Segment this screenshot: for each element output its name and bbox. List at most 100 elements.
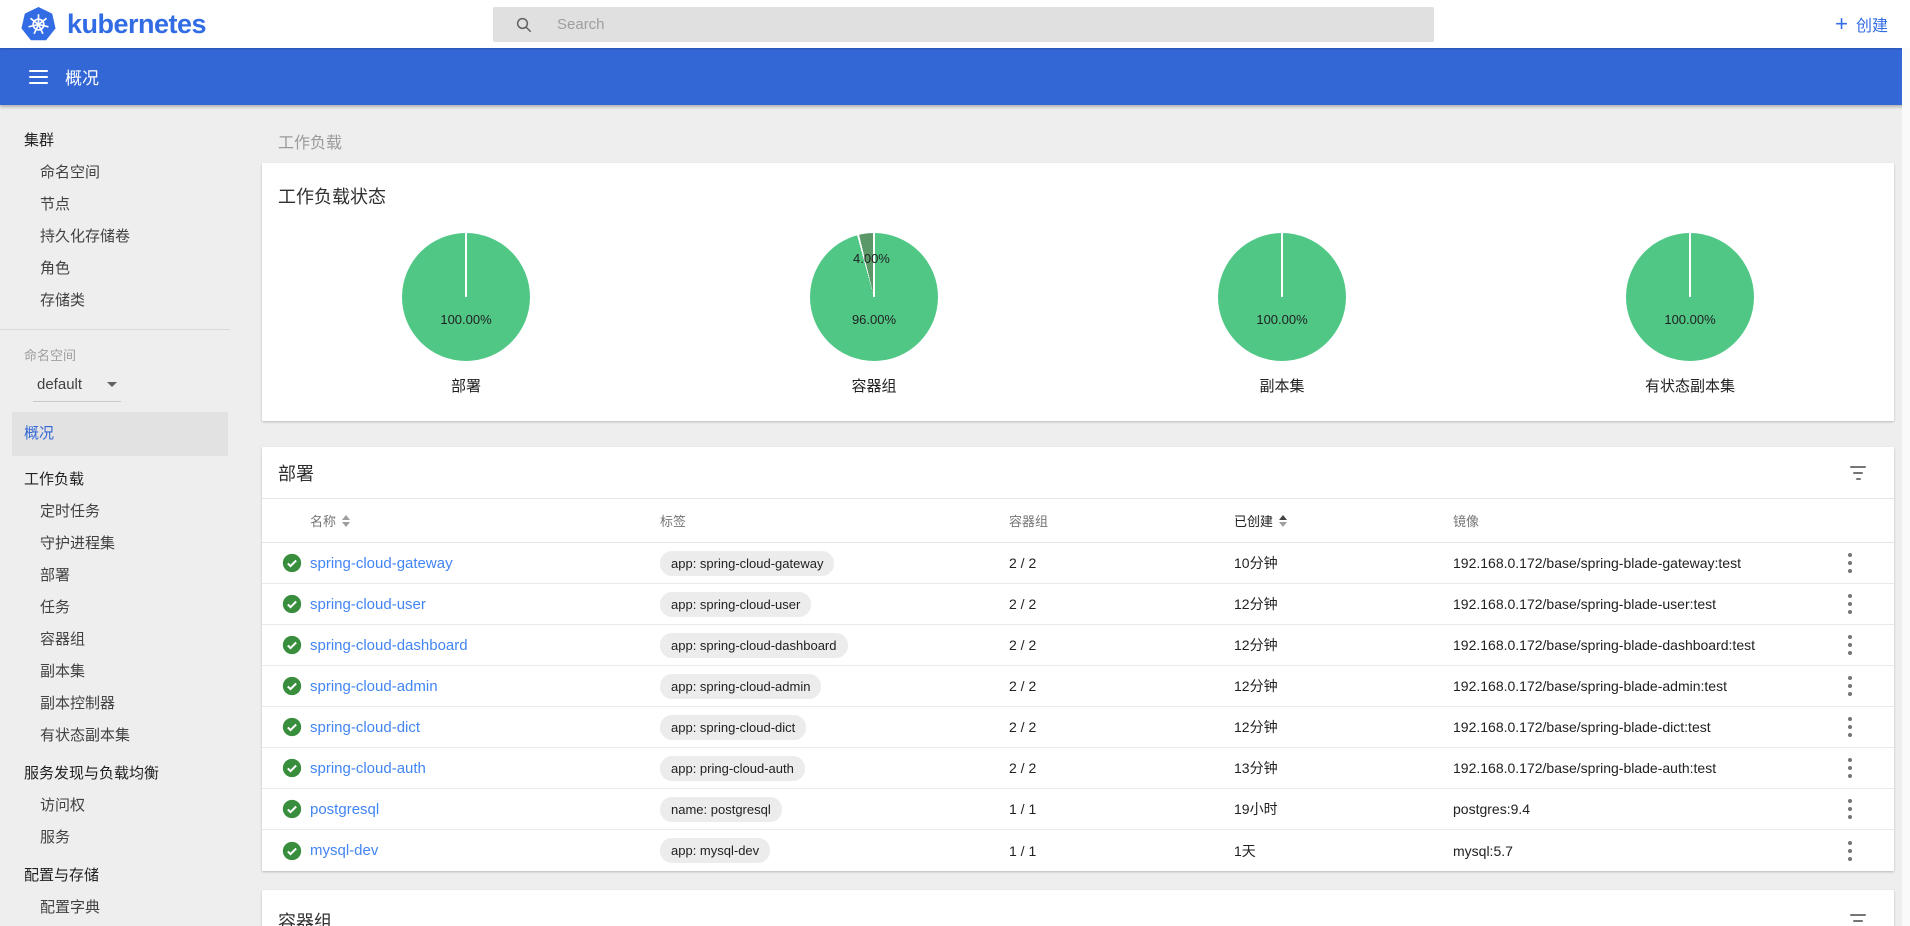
sidebar-item-daemon-sets[interactable]: 守护进程集 [0, 528, 230, 560]
pods-count: 1 / 1 [1009, 843, 1234, 859]
pods-count: 2 / 2 [1009, 637, 1234, 653]
vertical-dots-icon[interactable] [1844, 835, 1856, 867]
pods-count: 2 / 2 [1009, 760, 1234, 776]
pie-separator [1689, 233, 1691, 297]
pie-separator [1281, 233, 1283, 297]
sidebar-item-namespaces[interactable]: 命名空间 [0, 157, 230, 189]
pie-chart-label: 有状态副本集 [1645, 375, 1735, 396]
search-bar[interactable] [493, 7, 1434, 42]
vertical-dots-icon[interactable] [1844, 547, 1856, 579]
deployment-name-link[interactable]: postgresql [310, 801, 379, 818]
sidebar-item-pods[interactable]: 容器组 [0, 624, 230, 656]
check-circle-icon [282, 635, 302, 655]
label-chip: name: postgresql [660, 797, 782, 822]
workload-status-chart: 100.00%有状态副本集 [1486, 233, 1894, 396]
workload-status-chart: 100.00% 部署 [262, 233, 670, 396]
pie-chart: 100.00% [1218, 233, 1346, 361]
column-header-created[interactable]: 已创建 [1234, 511, 1273, 530]
workload-status-card: 工作负载状态 100.00%部署96.00%4.00%容器组100.00%副本集… [262, 163, 1894, 421]
sidebar-item-roles[interactable]: 角色 [0, 253, 230, 285]
pods-count: 2 / 2 [1009, 719, 1234, 735]
workload-status-chart: 96.00%4.00%容器组 [670, 233, 1078, 396]
image-name: 192.168.0.172/base/spring-blade-gateway:… [1453, 555, 1806, 571]
column-header-labels: 标签 [660, 511, 686, 530]
pie-percent-label: 4.00% [853, 251, 890, 266]
sidebar-item-persistent-volumes[interactable]: 持久化存储卷 [0, 221, 230, 253]
vertical-dots-icon[interactable] [1844, 793, 1856, 825]
hamburger-menu-icon[interactable] [29, 66, 48, 88]
sidebar-item-replica-sets[interactable]: 副本集 [0, 656, 230, 688]
image-name: 192.168.0.172/base/spring-blade-auth:tes… [1453, 760, 1806, 776]
deployment-name-link[interactable]: spring-cloud-dashboard [310, 637, 468, 654]
vertical-dots-icon[interactable] [1844, 711, 1856, 743]
status-ok-icon [262, 799, 310, 819]
table-row: mysql-devapp: mysql-dev1 / 11天mysql:5.7 [262, 830, 1894, 871]
vertical-dots-icon[interactable] [1844, 670, 1856, 702]
vertical-dots-icon[interactable] [1844, 629, 1856, 661]
deployment-name-link[interactable]: spring-cloud-gateway [310, 555, 453, 572]
label-chip: app: spring-cloud-dict [660, 715, 806, 740]
pods-count: 1 / 1 [1009, 801, 1234, 817]
sidebar-section-workloads[interactable]: 工作负载 [0, 464, 230, 496]
sidebar-section-discovery[interactable]: 服务发现与负载均衡 [0, 758, 230, 790]
pie-chart-label: 部署 [451, 375, 481, 396]
sidebar-item-deployments[interactable]: 部署 [0, 560, 230, 592]
sort-arrows-icon[interactable] [342, 515, 350, 527]
image-name: postgres:9.4 [1453, 801, 1806, 817]
deployment-name-link[interactable]: spring-cloud-user [310, 596, 426, 613]
kubernetes-logo: kubernetes [20, 6, 206, 43]
vertical-dots-icon[interactable] [1844, 588, 1856, 620]
check-circle-icon [282, 553, 302, 573]
scrollbar[interactable] [1902, 48, 1910, 926]
brand-title: kubernetes [67, 9, 206, 40]
deployment-name-link[interactable]: spring-cloud-auth [310, 760, 426, 777]
image-name: 192.168.0.172/base/spring-blade-admin:te… [1453, 678, 1806, 694]
main-panel: 工作负载 工作负载状态 100.00%部署96.00%4.00%容器组100.0… [230, 105, 1910, 926]
create-button[interactable]: + 创建 [1835, 0, 1888, 48]
deployment-name-link[interactable]: spring-cloud-dict [310, 719, 420, 736]
sidebar-item-storage-classes[interactable]: 存储类 [0, 285, 230, 317]
sort-arrows-icon[interactable] [1279, 515, 1287, 527]
table-row: spring-cloud-dict app: spring-cloud-dict 2… [262, 707, 1894, 748]
content-area: 集群命名空间节点持久化存储卷角色存储类命名空间default概况工作负载定时任务… [0, 105, 1910, 926]
pie-chart: 96.00%4.00% [810, 233, 938, 361]
breadcrumb: 工作负载 [262, 105, 1894, 163]
column-header-pods: 容器组 [1009, 511, 1048, 530]
sidebar-item-overview[interactable]: 概况 [12, 412, 228, 456]
page-toolbar: 概况 [0, 48, 1910, 105]
sidebar-item-ingresses[interactable]: 访问权 [0, 790, 230, 822]
filter-list-icon[interactable] [1846, 460, 1870, 486]
vertical-dots-icon[interactable] [1844, 752, 1856, 784]
sidebar-item-nodes[interactable]: 节点 [0, 189, 230, 221]
image-name: 192.168.0.172/base/spring-blade-dict:tes… [1453, 719, 1806, 735]
check-circle-icon [282, 758, 302, 778]
pie-percent-label: 100.00% [1256, 312, 1307, 327]
deployments-card-header: 部署 [262, 447, 1894, 499]
column-header-name[interactable]: 名称 [310, 511, 336, 530]
sidebar-item-jobs[interactable]: 任务 [0, 592, 230, 624]
table-row: postgresqlname: postgresql1 / 119小时postg… [262, 789, 1894, 830]
filter-list-icon[interactable] [1846, 908, 1870, 926]
pods-card-title: 容器组 [262, 908, 1846, 926]
deployment-name-link[interactable]: spring-cloud-admin [310, 678, 438, 695]
deployment-name-link[interactable]: mysql-dev [310, 842, 378, 859]
sidebar-item-stateful-sets[interactable]: 有状态副本集 [0, 720, 230, 752]
deployments-card: 部署 名称标签容器组已创建镜像 spring-cloud-gatewayapp:… [262, 447, 1894, 871]
sidebar-item-config-maps[interactable]: 配置字典 [0, 892, 230, 924]
search-input[interactable] [557, 16, 1377, 33]
table-row: spring-cloud-authapp: pring-cloud-auth2 … [262, 748, 1894, 789]
sidebar-section-cluster[interactable]: 集群 [0, 125, 230, 157]
image-name: 192.168.0.172/base/spring-blade-dashboar… [1453, 637, 1806, 653]
pie-percent-label: 100.00% [440, 312, 491, 327]
check-circle-icon [282, 841, 302, 861]
sidebar-item-cron-jobs[interactable]: 定时任务 [0, 496, 230, 528]
status-ok-icon [262, 676, 310, 696]
status-ok-icon [262, 717, 310, 737]
sidebar-section-config-storage[interactable]: 配置与存储 [0, 860, 230, 892]
sidebar-item-services[interactable]: 服务 [0, 822, 230, 854]
table-row: spring-cloud-dashboardapp: spring-cloud-… [262, 625, 1894, 666]
sidebar-item-replication-controllers[interactable]: 副本控制器 [0, 688, 230, 720]
namespace-select[interactable]: default [33, 368, 121, 402]
sidebar-nav: 集群命名空间节点持久化存储卷角色存储类命名空间default概况工作负载定时任务… [0, 105, 230, 926]
status-ok-icon [262, 553, 310, 573]
